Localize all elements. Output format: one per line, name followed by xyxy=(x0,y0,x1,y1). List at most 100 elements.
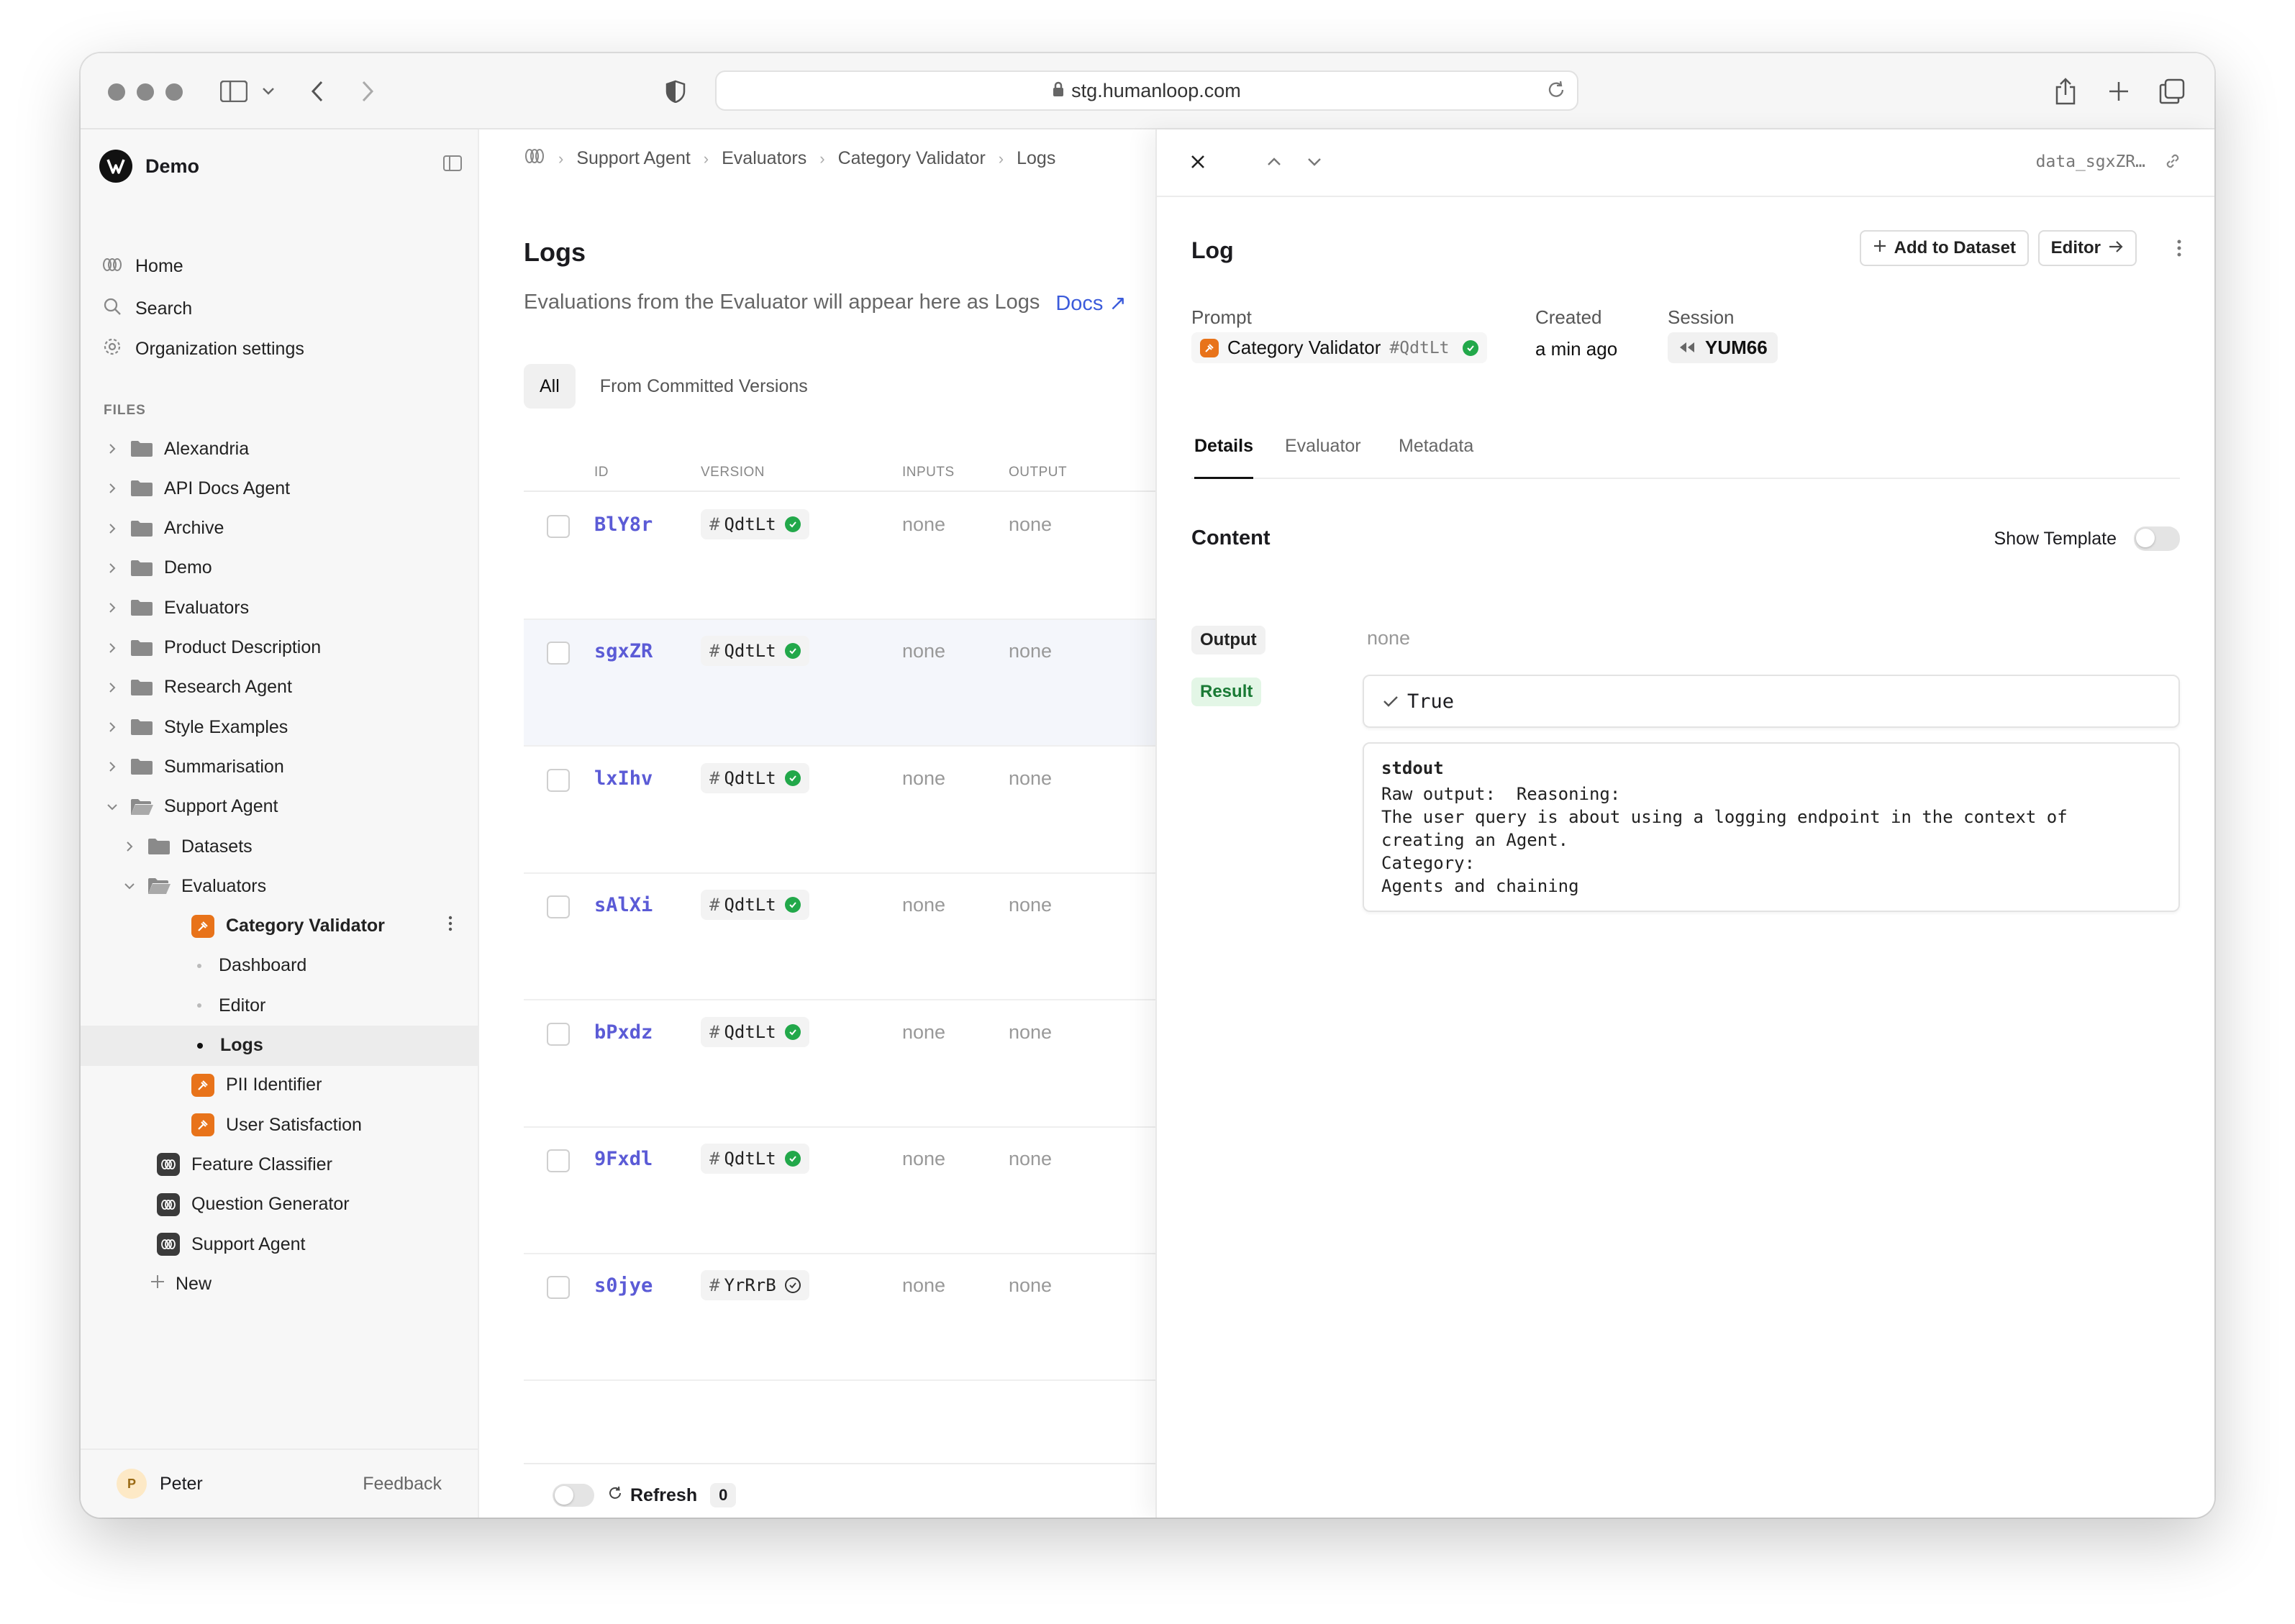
version-badge[interactable]: # QdtLt xyxy=(701,636,809,667)
log-id-link[interactable]: s0jye xyxy=(594,1274,653,1297)
tree-item[interactable]: Dashboard xyxy=(81,946,478,986)
back-icon[interactable] xyxy=(301,75,334,108)
version-badge[interactable]: # QdtLt xyxy=(701,762,809,793)
row-checkbox[interactable] xyxy=(547,1276,570,1300)
chevron-right-icon[interactable] xyxy=(105,483,119,494)
feedback-link[interactable]: Feedback xyxy=(363,1474,442,1495)
auto-refresh-toggle[interactable] xyxy=(553,1484,594,1507)
log-id-link[interactable]: sgxZR xyxy=(594,640,653,662)
breadcrumb-item[interactable]: Category Validator xyxy=(838,148,986,169)
session-chip[interactable]: YUM66 xyxy=(1668,332,1778,363)
close-icon[interactable] xyxy=(1187,151,1209,176)
column-header-id[interactable]: ID xyxy=(594,465,609,480)
row-checkbox[interactable] xyxy=(547,1149,570,1172)
show-template-toggle[interactable] xyxy=(2134,526,2180,551)
tree-item[interactable]: Support Agent xyxy=(81,1224,478,1264)
version-badge[interactable]: # QdtLt xyxy=(701,890,809,921)
row-checkbox[interactable] xyxy=(547,895,570,919)
more-options-icon[interactable] xyxy=(2176,239,2183,261)
more-options-icon[interactable] xyxy=(447,916,453,936)
log-id-link[interactable]: lxIhv xyxy=(594,767,653,790)
reload-icon[interactable] xyxy=(1545,79,1567,106)
log-id-link[interactable]: BlY8r xyxy=(594,514,653,536)
tree-item[interactable]: Demo xyxy=(81,548,478,588)
table-row[interactable]: s0jye # YrRrB none none xyxy=(524,1254,1235,1382)
log-id-link[interactable]: 9Fxdl xyxy=(594,1148,653,1170)
row-checkbox[interactable] xyxy=(547,642,570,665)
version-badge[interactable]: # QdtLt xyxy=(701,509,809,539)
breadcrumb-item[interactable]: Support Agent xyxy=(576,148,690,169)
table-row[interactable]: 9Fxdl # QdtLt none none xyxy=(524,1128,1235,1254)
table-row[interactable]: bPxdz # QdtLt none none xyxy=(524,1001,1235,1128)
tree-item[interactable]: Category Validator xyxy=(81,906,478,946)
humanloop-icon[interactable] xyxy=(524,148,545,169)
chevron-down-icon[interactable] xyxy=(252,75,285,108)
prompt-chip[interactable]: Category Validator #QdtLt xyxy=(1191,332,1487,363)
tab-metadata[interactable]: Metadata xyxy=(1399,436,1473,477)
tree-item[interactable]: Datasets xyxy=(81,826,478,867)
chevron-right-icon[interactable] xyxy=(105,682,119,693)
tab-details[interactable]: Details xyxy=(1194,436,1253,479)
session-reference[interactable]: YUM66 xyxy=(1668,332,1778,363)
tree-item[interactable]: PII Identifier xyxy=(81,1065,478,1105)
tab-evaluator[interactable]: Evaluator xyxy=(1285,436,1361,477)
row-checkbox[interactable] xyxy=(547,1022,570,1046)
table-row[interactable]: lxIhv # QdtLt none none xyxy=(524,747,1235,874)
chevron-down-icon[interactable] xyxy=(105,803,119,811)
log-data-id[interactable]: data_sgxZR… xyxy=(2036,152,2145,171)
nav-search[interactable]: Search xyxy=(102,296,192,321)
refresh-button[interactable]: Refresh xyxy=(630,1485,697,1506)
chevron-right-icon[interactable] xyxy=(105,562,119,574)
stdout-box[interactable]: stdout Raw output: Reasoning: The user qu… xyxy=(1363,742,2180,912)
share-icon[interactable] xyxy=(2049,75,2082,108)
forward-icon[interactable] xyxy=(351,75,384,108)
table-row[interactable]: BlY8r # QdtLt none none xyxy=(524,493,1235,620)
tree-item[interactable]: Question Generator xyxy=(81,1185,478,1225)
chevron-right-icon[interactable] xyxy=(105,721,119,733)
log-id-link[interactable]: bPxdz xyxy=(594,1021,653,1044)
new-tab-icon[interactable] xyxy=(2102,75,2135,108)
tab-committed-versions[interactable]: From Committed Versions xyxy=(584,364,824,409)
tree-item[interactable]: Logs xyxy=(81,1025,478,1066)
row-checkbox[interactable] xyxy=(547,768,570,792)
address-bar[interactable]: stg.humanloop.com xyxy=(715,70,1578,111)
minimize-window-button[interactable] xyxy=(137,83,154,101)
org-switcher[interactable]: Demo xyxy=(99,150,199,183)
version-badge[interactable]: # QdtLt xyxy=(701,1016,809,1047)
column-header-inputs[interactable]: INPUTS xyxy=(902,465,955,480)
table-row[interactable]: sgxZR # QdtLt none none xyxy=(524,620,1235,747)
chevron-right-icon[interactable] xyxy=(105,443,119,455)
nav-org-settings[interactable]: Organization settings xyxy=(102,337,304,362)
chevron-right-icon[interactable] xyxy=(122,841,137,852)
docs-link[interactable]: Docs ↗ xyxy=(1055,291,1126,316)
tree-item[interactable]: Support Agent xyxy=(81,787,478,827)
table-row[interactable]: sAlXi # QdtLt none none xyxy=(524,874,1235,1001)
chevron-right-icon[interactable] xyxy=(105,523,119,534)
column-header-output[interactable]: OUTPUT xyxy=(1009,465,1067,480)
editor-button[interactable]: Editor xyxy=(2037,230,2137,266)
column-header-version[interactable]: VERSION xyxy=(701,465,765,480)
tree-item[interactable]: Alexandria xyxy=(81,429,478,469)
chevron-right-icon[interactable] xyxy=(105,642,119,654)
add-to-dataset-button[interactable]: Add to Dataset xyxy=(1859,230,2029,266)
tab-all[interactable]: All xyxy=(524,364,576,409)
tree-item[interactable]: Feature Classifier xyxy=(81,1144,478,1185)
chevron-down-icon[interactable] xyxy=(122,882,137,890)
collapse-sidebar-icon[interactable] xyxy=(443,155,462,175)
tree-item[interactable]: Editor xyxy=(81,985,478,1026)
refresh-icon[interactable] xyxy=(607,1485,623,1506)
zoom-window-button[interactable] xyxy=(165,83,183,101)
tree-item[interactable]: Summarisation xyxy=(81,747,478,787)
chevron-down-icon[interactable] xyxy=(1304,151,1325,176)
breadcrumb-item[interactable]: Evaluators xyxy=(722,148,806,169)
user-name[interactable]: Peter xyxy=(160,1474,203,1495)
tabs-overview-icon[interactable] xyxy=(2155,75,2189,108)
tree-item[interactable]: Research Agent xyxy=(81,667,478,708)
prompt-reference[interactable]: Category Validator #QdtLt xyxy=(1191,332,1487,363)
link-icon[interactable] xyxy=(2163,151,2183,175)
tree-item[interactable]: Product Description xyxy=(81,628,478,668)
row-checkbox[interactable] xyxy=(547,515,570,538)
version-badge[interactable]: # QdtLt xyxy=(701,1144,809,1174)
tree-item[interactable]: New xyxy=(81,1264,478,1304)
tree-item[interactable]: Evaluators xyxy=(81,866,478,906)
